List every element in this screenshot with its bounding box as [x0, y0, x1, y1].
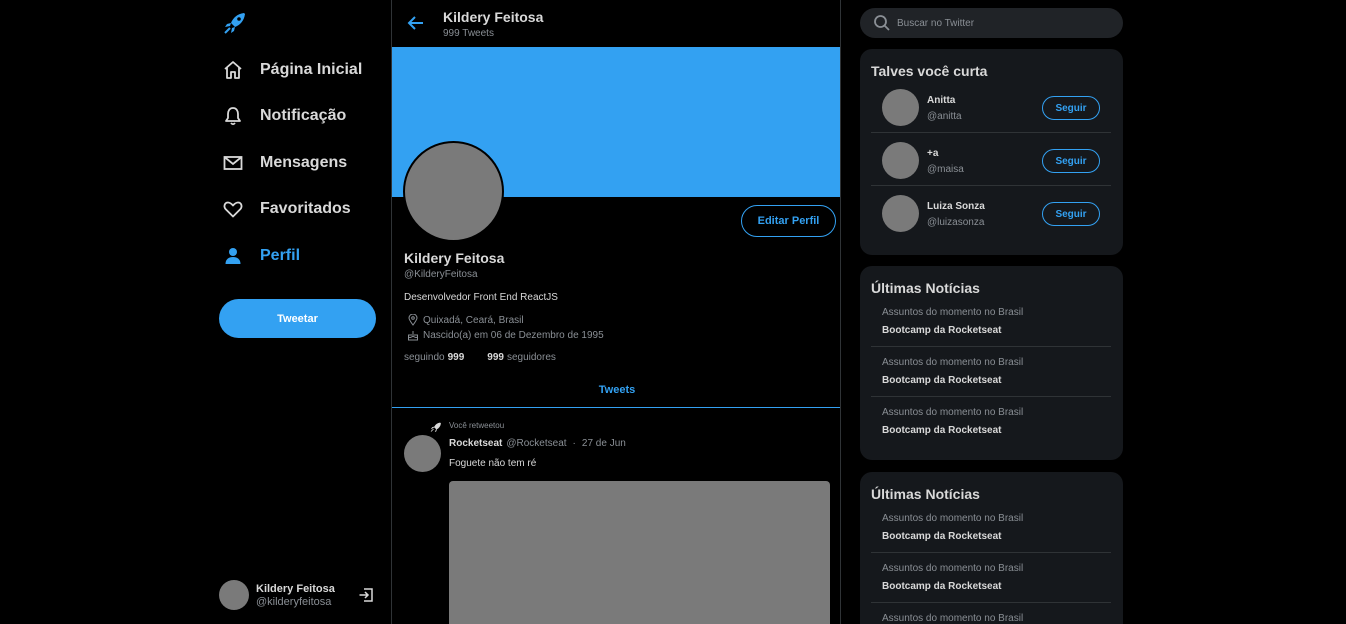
tweet-button[interactable]: Tweetar: [219, 299, 376, 338]
suggestion-item[interactable]: Anitta @anitta Seguir: [871, 81, 1111, 133]
following-label: seguindo: [404, 352, 445, 363]
news-headline: Bootcamp da Rocketseat: [882, 375, 1002, 386]
news-headline: Bootcamp da Rocketseat: [882, 531, 1002, 542]
search-icon: [873, 14, 891, 32]
left-menu: Página Inicial Notificação Mensagens Fav…: [0, 0, 391, 624]
home-icon: [222, 58, 252, 82]
profile-bio: Desenvolvedor Front End ReactJS: [404, 292, 558, 303]
news-headline: Bootcamp da Rocketseat: [882, 325, 1002, 336]
bell-icon: [222, 104, 252, 128]
search-input[interactable]: [897, 17, 1107, 29]
nav-notifications[interactable]: Notificação: [222, 96, 346, 136]
tweet-separator: ·: [572, 438, 576, 449]
following-count[interactable]: 999: [448, 352, 465, 363]
followers-label: seguidores: [506, 352, 556, 363]
heart-icon: [222, 197, 252, 221]
news-topic: Assuntos do momento no Brasil: [882, 307, 1024, 318]
main-column: Kildery Feitosa 999 Tweets Editar Perfil…: [391, 0, 841, 624]
page-title: Kildery Feitosa: [443, 9, 544, 25]
suggestion-item[interactable]: +a @maisa Seguir: [871, 134, 1111, 186]
follow-button[interactable]: Seguir: [1042, 202, 1100, 226]
tweet-text: Foguete não tem ré: [449, 458, 537, 469]
news-title: Últimas Notícias: [871, 280, 980, 296]
current-user-name: Kildery Feitosa: [256, 582, 335, 595]
news-topic: Assuntos do momento no Brasil: [882, 357, 1024, 368]
news-title: Últimas Notícias: [871, 486, 980, 502]
rocket-icon[interactable]: [222, 10, 248, 36]
news-headline: Bootcamp da Rocketseat: [882, 425, 1002, 436]
news-topic: Assuntos do momento no Brasil: [882, 613, 1024, 624]
right-sidebar: Talves você curta Anitta @anitta Seguir …: [860, 0, 1123, 624]
avatar: [219, 580, 249, 610]
suggestion-name: +a: [927, 148, 939, 159]
suggestion-handle: @anitta: [927, 111, 962, 122]
profile-location: Quixadá, Ceará, Brasil: [406, 314, 524, 326]
location-text: Quixadá, Ceará, Brasil: [423, 314, 524, 326]
news-topic: Assuntos do momento no Brasil: [882, 563, 1024, 574]
nav-notifications-label: Notificação: [260, 107, 347, 124]
news-headline: Bootcamp da Rocketseat: [882, 581, 1002, 592]
mail-icon: [222, 151, 252, 175]
retweet-label: Você retweetou: [449, 421, 505, 430]
avatar[interactable]: [404, 435, 441, 472]
nav-profile[interactable]: Perfil: [222, 236, 300, 276]
current-user-names: Kildery Feitosa @kilderyfeitosa: [256, 583, 335, 608]
current-user[interactable]: Kildery Feitosa @kilderyfeitosa: [219, 580, 379, 610]
news-topic: Assuntos do momento no Brasil: [882, 513, 1024, 524]
location-pin-icon: [406, 314, 420, 326]
nav-home-label: Página Inicial: [260, 61, 363, 78]
cake-icon: [406, 329, 420, 341]
news-item[interactable]: Assuntos do momento no Brasil Bootcamp d…: [871, 297, 1111, 347]
tweet-count: 999 Tweets: [443, 28, 494, 39]
tweet-author[interactable]: Rocketseat: [449, 438, 502, 449]
birth-text: Nascido(a) em 06 de Dezembro de 1995: [423, 329, 604, 341]
profile-name: Kildery Feitosa: [404, 250, 505, 266]
arrow-left-icon[interactable]: [406, 13, 426, 33]
exit-icon[interactable]: [358, 587, 374, 603]
follow-button[interactable]: Seguir: [1042, 96, 1100, 120]
profile-header: Kildery Feitosa 999 Tweets: [392, 0, 840, 47]
news-item[interactable]: Assuntos do momento no Brasil Bootcamp d…: [871, 397, 1111, 447]
news-item[interactable]: Assuntos do momento no Brasil Bootcamp d…: [871, 553, 1111, 603]
news-card: Últimas Notícias Assuntos do momento no …: [860, 266, 1123, 460]
nav-profile-label: Perfil: [260, 247, 301, 264]
tab-tweets[interactable]: Tweets: [392, 372, 840, 408]
nav-messages[interactable]: Mensagens: [222, 143, 347, 183]
suggestions-title: Talves você curta: [871, 63, 988, 79]
nav-favorites[interactable]: Favoritados: [222, 189, 351, 229]
news-topic: Assuntos do momento no Brasil: [882, 407, 1024, 418]
news-item[interactable]: Assuntos do momento no Brasil Bootcamp d…: [871, 503, 1111, 553]
retweet-rocket-icon: [430, 419, 442, 432]
avatar: [882, 89, 919, 126]
follow-button[interactable]: Seguir: [1042, 149, 1100, 173]
news-item[interactable]: Assuntos do momento no Brasil Bootcamp d…: [871, 347, 1111, 397]
avatar: [882, 195, 919, 232]
edit-profile-button[interactable]: Editar Perfil: [741, 205, 836, 237]
tweet-date: 27 de Jun: [581, 438, 626, 449]
suggestion-name: Anitta: [927, 95, 956, 106]
tweet-media[interactable]: [449, 481, 830, 624]
profile-birth: Nascido(a) em 06 de Dezembro de 1995: [406, 329, 604, 341]
profile-avatar: [403, 141, 504, 242]
news-item[interactable]: Assuntos do momento no Brasil: [871, 603, 1111, 624]
avatar: [882, 142, 919, 179]
followers-count[interactable]: 999: [487, 352, 504, 363]
suggestion-handle: @luizasonza: [927, 217, 985, 228]
suggestions-card: Talves você curta Anitta @anitta Seguir …: [860, 49, 1123, 255]
search-bar[interactable]: [860, 8, 1123, 38]
suggestion-name: Luiza Sonza: [927, 201, 985, 212]
person-icon: [222, 244, 252, 268]
suggestion-item[interactable]: Luiza Sonza @luizasonza Seguir: [871, 187, 1111, 239]
nav-favorites-label: Favoritados: [260, 200, 351, 217]
news-card: Últimas Notícias Assuntos do momento no …: [860, 472, 1123, 624]
current-user-handle: @kilderyfeitosa: [256, 595, 332, 608]
nav-home[interactable]: Página Inicial: [222, 50, 362, 90]
follow-stats: seguindo 999 999 seguidores: [404, 352, 556, 363]
suggestion-handle: @maisa: [927, 164, 964, 175]
nav-messages-label: Mensagens: [260, 154, 348, 171]
tweet-header: Rocketseat @Rocketseat · 27 de Jun: [449, 438, 626, 449]
tweet-handle: @Rocketseat: [506, 438, 567, 449]
profile-handle: @KilderyFeitosa: [404, 269, 478, 280]
